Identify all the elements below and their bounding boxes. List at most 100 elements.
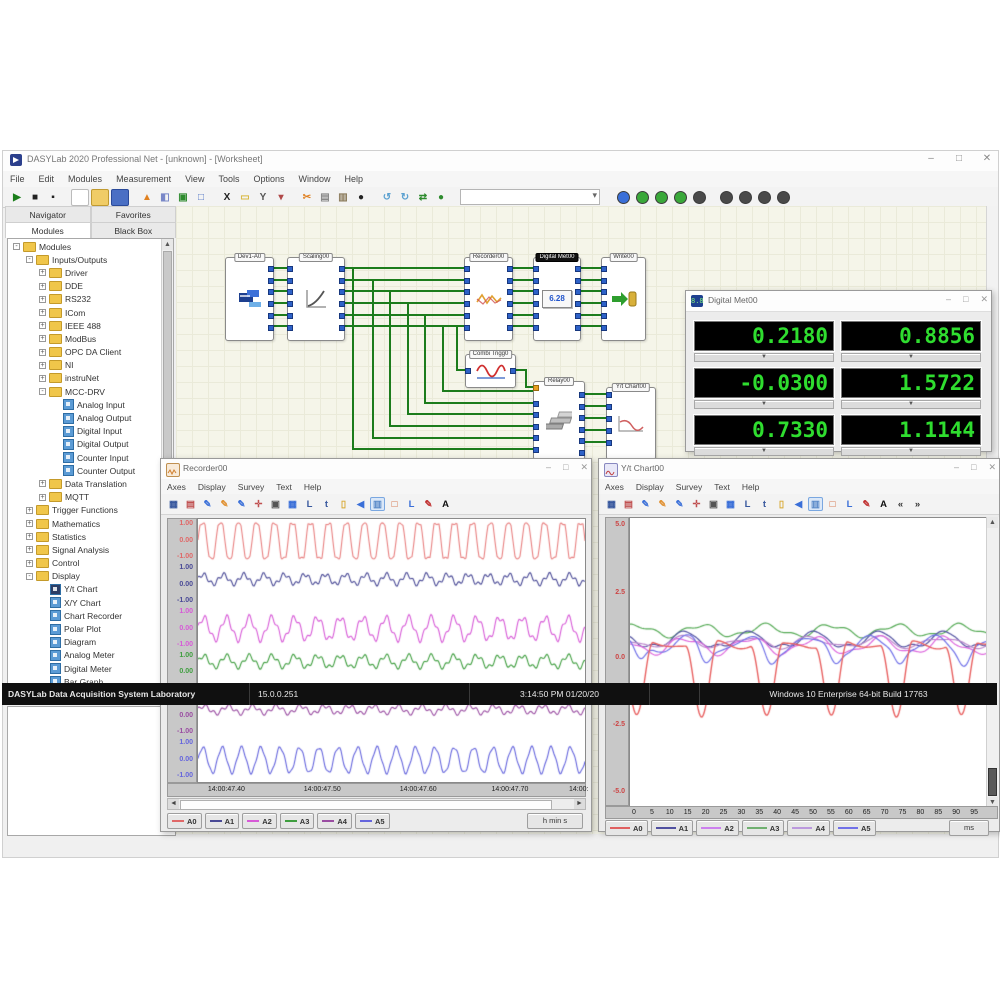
right-port-5[interactable] [507, 325, 513, 331]
channel-button-a0[interactable]: A0 [605, 820, 648, 836]
tree-item-polar-plot[interactable]: Polar Plot [9, 622, 159, 635]
module-scaling00[interactable]: Scaling00 [287, 257, 345, 341]
module-write00[interactable]: Write00 [601, 257, 646, 341]
run-icon[interactable]: ▶ [9, 190, 25, 205]
channel-button-a0[interactable]: A0 [167, 813, 202, 829]
tree-item-signal-analysis[interactable]: +Signal Analysis [9, 543, 159, 556]
tree-item-dde[interactable]: +DDE [9, 280, 159, 293]
menu-help[interactable]: Help [338, 174, 371, 184]
left-port-4[interactable] [533, 313, 539, 319]
sync-icon[interactable]: ⇄ [415, 190, 431, 205]
menu-view[interactable]: View [178, 174, 211, 184]
right-port-5[interactable] [575, 325, 581, 331]
tree-scroll-up-icon[interactable]: ▲ [162, 239, 173, 250]
expand-icon[interactable]: + [39, 296, 46, 303]
branch-icon[interactable]: Y [255, 190, 271, 205]
expand-icon[interactable]: + [39, 269, 46, 276]
meter-dropdown-2[interactable]: ▼ [694, 400, 834, 409]
right-port-0[interactable] [268, 266, 274, 272]
text-icon[interactable]: A [438, 497, 453, 511]
tree-item-counter-output[interactable]: Counter Output [9, 464, 159, 477]
menu-text[interactable]: Text [270, 482, 298, 492]
copy-icon[interactable]: ▤ [317, 190, 333, 205]
left-port-0[interactable] [606, 392, 612, 398]
tab-black-box[interactable]: Black Box [91, 222, 177, 238]
zoom-out-icon[interactable]: ✎ [217, 497, 232, 511]
meter-dropdown-3[interactable]: ▼ [841, 400, 981, 409]
left-port-4[interactable] [464, 313, 470, 319]
left-port-4[interactable] [601, 313, 607, 319]
left-port-1[interactable] [287, 278, 293, 284]
pointer-icon[interactable]: ◀ [791, 497, 806, 511]
jump-end-icon[interactable]: » [910, 497, 925, 511]
menu-display[interactable]: Display [630, 482, 670, 492]
left-port-3[interactable] [287, 301, 293, 307]
menu-display[interactable]: Display [192, 482, 232, 492]
copy-to-clipboard-icon[interactable]: ▦ [604, 497, 619, 511]
tree-item-mcc-drv[interactable]: -MCC-DRV [9, 385, 159, 398]
left-port-0[interactable] [533, 266, 539, 272]
close-button[interactable]: ✕ [980, 153, 994, 164]
stop-icon[interactable]: ■ [27, 190, 43, 205]
recorder-scroll-thumb[interactable] [180, 800, 552, 810]
recorder-scroll-right-icon[interactable]: ► [574, 799, 585, 809]
left-port-4[interactable] [606, 440, 612, 446]
tree-item-analog-meter[interactable]: Analog Meter [9, 649, 159, 662]
minimize-button[interactable]: – [924, 153, 938, 164]
grid-icon[interactable]: ▦ [285, 497, 300, 511]
save-worksheet-icon[interactable] [111, 189, 129, 206]
split-window-icon[interactable]: ▥ [370, 497, 385, 511]
left-port-4[interactable] [287, 313, 293, 319]
channel-button-a5[interactable]: A5 [355, 813, 390, 829]
right-port-2[interactable] [268, 289, 274, 295]
close-button[interactable]: ✕ [580, 462, 588, 473]
save-icon[interactable]: ▣ [268, 497, 283, 511]
yt-unit-button[interactable]: ms [949, 820, 989, 836]
tree-item-ieee-488[interactable]: +IEEE 488 [9, 319, 159, 332]
globe-icon[interactable]: ● [433, 190, 449, 205]
expand-icon[interactable]: + [26, 507, 33, 514]
cursor-icon[interactable]: ✛ [689, 497, 704, 511]
tree-item-opc-da-client[interactable]: +OPC DA Client [9, 346, 159, 359]
t-scale-icon[interactable]: t [319, 497, 334, 511]
left-port-5[interactable] [287, 325, 293, 331]
channel-button-a1[interactable]: A1 [205, 813, 240, 829]
channel-button-a3[interactable]: A3 [742, 820, 785, 836]
left-port-2[interactable] [464, 289, 470, 295]
left-port-0[interactable] [601, 266, 607, 272]
marker-icon[interactable]: ▯ [774, 497, 789, 511]
left-port-0[interactable] [287, 266, 293, 272]
right-port-5[interactable] [268, 325, 274, 331]
axis-icon[interactable]: L [842, 497, 857, 511]
tree-item-mqtt[interactable]: +MQTT [9, 491, 159, 504]
worksheet-selector-dropdown[interactable] [460, 189, 600, 205]
tree-item-statistics[interactable]: +Statistics [9, 530, 159, 543]
cursor-icon[interactable]: ✛ [251, 497, 266, 511]
maximize-button[interactable]: □ [952, 153, 966, 164]
right-port-1[interactable] [575, 278, 581, 284]
expand-icon[interactable]: + [39, 375, 46, 382]
close-button[interactable]: ✕ [980, 294, 988, 305]
menu-help[interactable]: Help [298, 482, 327, 492]
right-port-0[interactable] [507, 266, 513, 272]
menu-axes[interactable]: Axes [161, 482, 192, 492]
yt-vertical-scrollbar[interactable]: ▲ ▼ [986, 517, 999, 808]
expand-icon[interactable]: + [26, 560, 33, 567]
left-port-5[interactable] [601, 325, 607, 331]
left-port-5[interactable] [533, 325, 539, 331]
expand-icon[interactable]: + [39, 494, 46, 501]
menu-modules[interactable]: Modules [61, 174, 109, 184]
expand-icon[interactable]: + [39, 335, 46, 342]
right-port-0[interactable] [339, 266, 345, 272]
tree-item-modbus[interactable]: +ModBus [9, 332, 159, 345]
tree-item-icom[interactable]: +ICom [9, 306, 159, 319]
right-port-3[interactable] [579, 427, 585, 433]
left-port-1[interactable] [464, 278, 470, 284]
maximize-button[interactable]: □ [963, 294, 968, 305]
zoom-out-icon[interactable]: ✎ [655, 497, 670, 511]
tree-item-digital-meter[interactable]: Digital Meter [9, 662, 159, 675]
expand-icon[interactable]: + [39, 322, 46, 329]
recorder-unit-button[interactable]: h min s [527, 813, 583, 829]
minimize-button[interactable]: – [946, 294, 951, 305]
copy-to-clipboard-icon[interactable]: ▦ [166, 497, 181, 511]
